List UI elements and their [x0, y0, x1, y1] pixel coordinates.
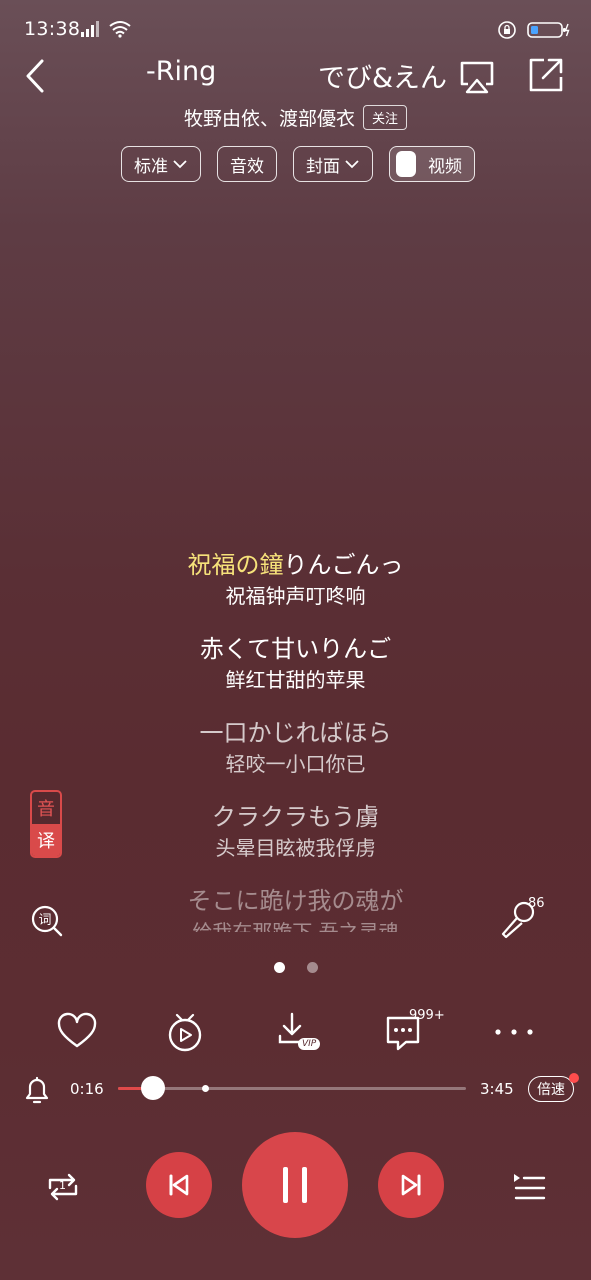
- more-dots-icon: [495, 1029, 533, 1035]
- share-button[interactable]: [527, 56, 565, 94]
- song-title: -Ring: [146, 56, 217, 87]
- toggle-knob: [396, 151, 416, 177]
- video-label: 视频: [428, 156, 462, 177]
- lyric-line: クラクラもう虜: [211, 803, 380, 831]
- karaoke-count: 86: [528, 896, 545, 911]
- current-time: 0:16: [70, 1080, 104, 1098]
- lyric-translation: 鲜红甘甜的苹果: [225, 668, 366, 692]
- progress-bar[interactable]: [118, 1076, 466, 1100]
- wifi-icon: [109, 21, 131, 38]
- total-time: 3:45: [480, 1080, 514, 1098]
- repeat-badge: 1: [59, 1179, 66, 1192]
- share-icon: [529, 58, 563, 92]
- battery-icon: [527, 22, 570, 38]
- video-toggle[interactable]: 视频: [389, 146, 475, 182]
- skip-previous-icon: [169, 1174, 189, 1196]
- next-button[interactable]: [378, 1152, 444, 1218]
- playlist-icon: [514, 1174, 546, 1200]
- lyric-magnifier-icon: 词: [31, 905, 63, 937]
- svg-text:词: 词: [38, 913, 51, 928]
- lock-rotation-icon: [498, 21, 516, 39]
- speed-button[interactable]: 倍速: [528, 1076, 574, 1102]
- lyric-translation: 祝福钟声叮咚响: [225, 584, 366, 608]
- song-title-marquee: でび&えん: [318, 63, 448, 94]
- translate-option: 译: [32, 824, 60, 856]
- lyrics-panel[interactable]: 祝福の鐘りんごんっ 祝福钟声叮咚响 赤くて甘いりんご 鲜红甘甜的苹果 一口かじれ…: [0, 548, 591, 954]
- playlist-button[interactable]: [510, 1168, 548, 1206]
- artist-names[interactable]: 牧野由依、渡部優衣: [184, 108, 355, 130]
- effect-chip[interactable]: 音效: [217, 146, 277, 182]
- previous-button[interactable]: [146, 1152, 212, 1218]
- page-dot: [273, 962, 285, 973]
- lyric-translation: 头晕目眩被我俘虏: [215, 836, 376, 860]
- cover-label: 封面: [306, 156, 340, 177]
- status-time: 13:38: [24, 18, 81, 40]
- pause-icon: [283, 1167, 307, 1203]
- quality-chip[interactable]: 标准: [121, 146, 201, 182]
- cast-button[interactable]: [458, 58, 496, 96]
- lyric-line-current: 祝福の鐘りんごんっ: [0, 548, 591, 582]
- radar-button[interactable]: [163, 1010, 207, 1054]
- sleep-timer-button[interactable]: [22, 1074, 52, 1106]
- airplay-icon: [460, 61, 494, 94]
- bell-icon: [25, 1076, 49, 1104]
- translation-toggle[interactable]: 音 译: [30, 790, 62, 858]
- effect-label: 音效: [230, 156, 264, 177]
- download-button[interactable]: VIP: [276, 1010, 324, 1054]
- status-icons-right: [497, 20, 571, 40]
- more-button[interactable]: [492, 1010, 536, 1054]
- pause-button[interactable]: [242, 1132, 348, 1238]
- download-icon: [278, 1012, 320, 1050]
- like-button[interactable]: [55, 1010, 99, 1054]
- option-chips: 标准 音效 封面 视频: [121, 146, 475, 182]
- buffer-marker: [202, 1085, 209, 1092]
- status-icons-left: [80, 20, 132, 38]
- lyric-line: 一口かじればほら: [199, 719, 392, 747]
- lyric-translation: 轻咬一小口你已: [225, 752, 366, 776]
- vip-badge: VIP: [302, 1039, 317, 1049]
- lyric-search-button[interactable]: 词: [30, 904, 64, 938]
- chevron-down-icon: [173, 160, 187, 169]
- lyric-line: 赤くて甘いりんご: [199, 635, 392, 663]
- back-button[interactable]: [20, 56, 50, 96]
- speed-notification-dot: [569, 1073, 579, 1083]
- lyric-sung-part: 祝福の鐘: [187, 551, 284, 579]
- page-dot: [306, 962, 318, 973]
- lyric-unsung-part: りんごんっ: [283, 551, 404, 579]
- signal-icon: [81, 21, 99, 37]
- follow-button[interactable]: 关注: [363, 105, 408, 130]
- chevron-down-icon: [345, 160, 359, 169]
- heart-icon: [57, 1012, 97, 1048]
- phonetic-option: 音: [32, 792, 60, 824]
- action-row: VIP 999+: [0, 1008, 591, 1054]
- artist-row: 牧野由依、渡部優衣 关注: [0, 104, 591, 131]
- radio-play-icon: [168, 1013, 202, 1052]
- cover-chip[interactable]: 封面: [293, 146, 373, 182]
- skip-next-icon: [401, 1174, 421, 1196]
- page-indicator: [0, 962, 591, 973]
- progress-thumb[interactable]: [140, 1076, 165, 1100]
- quality-label: 标准: [134, 156, 168, 177]
- play-mode-button[interactable]: 1: [44, 1168, 82, 1206]
- comments-count: 999+: [409, 1008, 445, 1023]
- chevron-left-icon: [26, 59, 44, 93]
